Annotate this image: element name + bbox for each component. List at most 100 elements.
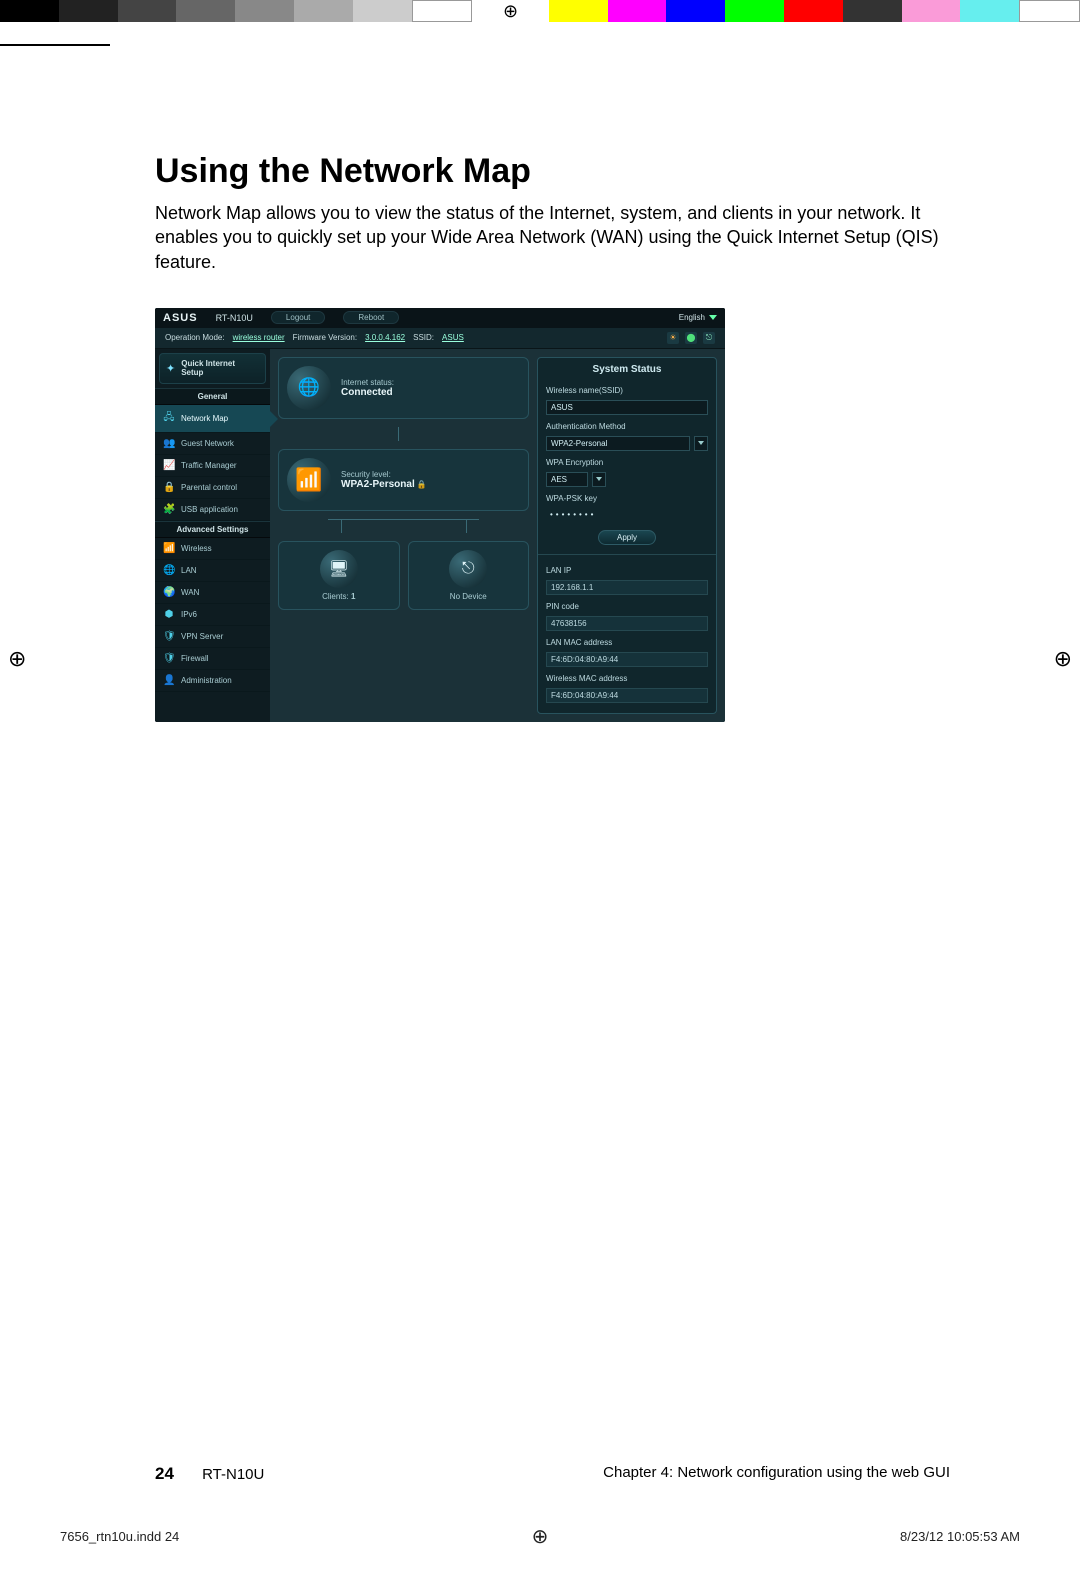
lanip-label: LAN IP <box>546 566 708 575</box>
sidebar-item-label: Administration <box>181 676 232 685</box>
lock-icon: 🔒 <box>163 482 175 493</box>
footer-model: RT-N10U <box>202 1466 264 1483</box>
internet-status-label: Internet status: <box>341 378 394 387</box>
router-model: RT-N10U <box>216 313 253 323</box>
vpn-icon: 🛡 <box>163 631 175 642</box>
psk-input[interactable] <box>546 508 708 521</box>
enc-dropdown-button[interactable] <box>592 472 606 487</box>
usb-card[interactable]: ⎋ No Device <box>408 541 530 610</box>
crop-rule <box>0 44 110 46</box>
sidebar-item-label: VPN Server <box>181 632 223 641</box>
fw-label: Firmware Version: <box>293 333 357 342</box>
logout-button[interactable]: Logout <box>271 311 325 324</box>
router-top-bar: ASUS RT-N10U Logout Reboot English <box>155 308 725 328</box>
sidebar-item-traffic-manager[interactable]: 📈Traffic Manager <box>155 455 270 477</box>
sidebar-item-label: Traffic Manager <box>181 461 237 470</box>
intro-paragraph: Network Map allows you to view the statu… <box>155 201 950 274</box>
op-mode-value[interactable]: wireless router <box>233 333 285 342</box>
globe-icon: 🌍 <box>163 587 175 598</box>
shield-icon: 🛡 <box>163 653 175 664</box>
network-map-icon: 🖧 <box>163 410 175 427</box>
wifi-icon: 📶 <box>163 543 175 554</box>
sidebar-item-network-map[interactable]: 🖧 Network Map <box>155 405 270 433</box>
status-icons: ☀ ⬤ ⎋ <box>667 332 715 344</box>
chevron-down-icon <box>698 441 704 445</box>
sidebar-item-label: WAN <box>181 588 199 597</box>
sidebar-item-label: USB application <box>181 505 238 514</box>
connector-line <box>278 427 529 441</box>
pin-label: PIN code <box>546 602 708 611</box>
magic-wand-icon: ✦ <box>166 362 175 375</box>
sidebar-item-firewall[interactable]: 🛡Firewall <box>155 648 270 670</box>
lanip-value: 192.168.1.1 <box>546 580 708 595</box>
lanmac-label: LAN MAC address <box>546 638 708 647</box>
language-selector[interactable]: English <box>679 313 717 322</box>
sidebar-item-label: Wireless <box>181 544 212 553</box>
chevron-down-icon <box>709 315 717 320</box>
footer-chapter: Chapter 4: Network configuration using t… <box>603 1464 950 1484</box>
lanmac-value: F4:6D:04:80:A9:44 <box>546 652 708 667</box>
indd-filename: 7656_rtn10u.indd 24 <box>60 1529 179 1544</box>
sidebar-item-label: Network Map <box>181 414 228 423</box>
sidebar-item-ipv6[interactable]: ⬢IPv6 <box>155 604 270 626</box>
registration-mark-left-icon: ⊕ <box>8 646 26 672</box>
qis-button[interactable]: ✦ Quick Internet Setup <box>159 353 266 385</box>
ssid-input[interactable] <box>546 400 708 415</box>
wmac-label: Wireless MAC address <box>546 674 708 683</box>
sidebar-item-parental-control[interactable]: 🔒 Parental control <box>155 477 270 499</box>
ssid-label: SSID: <box>413 333 434 342</box>
chevron-down-icon <box>596 477 602 481</box>
ssid-field-label: Wireless name(SSID) <box>546 386 708 395</box>
security-level-card[interactable]: 📶 Security level: WPA2-Personal🔒 <box>278 449 529 511</box>
sidebar-item-label: Guest Network <box>181 439 234 448</box>
clients-label: Clients: <box>322 592 349 601</box>
page-footer: 24 RT-N10U Chapter 4: Network configurat… <box>155 1464 950 1484</box>
lock-icon: 🔒 <box>417 480 427 489</box>
asus-logo: ASUS <box>163 312 198 324</box>
auth-dropdown-button[interactable] <box>694 436 708 451</box>
reboot-button[interactable]: Reboot <box>343 311 399 324</box>
enc-field-label: WPA Encryption <box>546 458 708 467</box>
print-footer: 7656_rtn10u.indd 24 ⊕ 8/23/12 10:05:53 A… <box>60 1529 1020 1544</box>
globe-icon: 🌐 <box>287 366 331 410</box>
sidebar-heading-advanced: Advanced Settings <box>155 521 270 538</box>
system-status-title: System Status <box>546 364 708 379</box>
auth-select[interactable] <box>546 436 690 451</box>
usb-status-icon: ⎋ <box>703 332 715 344</box>
enc-select[interactable] <box>546 472 588 487</box>
sidebar-item-usb-application[interactable]: 🧩 USB application <box>155 499 270 521</box>
apply-button[interactable]: Apply <box>598 530 656 545</box>
internet-status-card[interactable]: 🌐 Internet status: Connected <box>278 357 529 419</box>
sidebar-item-guest-network[interactable]: 👥Guest Network <box>155 433 270 455</box>
router-icon: 📶 <box>287 458 331 502</box>
sidebar-item-administration[interactable]: 👤 Administration <box>155 670 270 692</box>
auth-field-label: Authentication Method <box>546 422 708 431</box>
psk-field-label: WPA-PSK key <box>546 494 708 503</box>
router-info-bar: Operation Mode: wireless router Firmware… <box>155 328 725 349</box>
sidebar-item-wan[interactable]: 🌍 WAN <box>155 582 270 604</box>
usb-icon: ⎋ <box>449 550 487 588</box>
sidebar-item-label: Parental control <box>181 483 237 492</box>
security-level-value: WPA2-Personal🔒 <box>341 479 427 490</box>
separator <box>538 554 716 555</box>
wan-status-icon: ⬤ <box>685 332 697 344</box>
sidebar-heading-general: General <box>155 388 270 405</box>
page-heading: Using the Network Map <box>155 152 950 191</box>
sidebar-item-wireless[interactable]: 📶 Wireless <box>155 538 270 560</box>
clients-card[interactable]: 🖥 Clients: 1 <box>278 541 400 610</box>
op-mode-label: Operation Mode: <box>165 333 225 342</box>
language-label: English <box>679 313 705 322</box>
print-timestamp: 8/23/12 10:05:53 AM <box>900 1529 1020 1544</box>
status-cards-column: 🌐 Internet status: Connected 📶 Security … <box>278 357 529 714</box>
sidebar-item-vpn-server[interactable]: 🛡 VPN Server <box>155 626 270 648</box>
ssid-value[interactable]: ASUS <box>442 333 464 342</box>
usb-label: No Device <box>450 592 487 601</box>
pin-value: 47638156 <box>546 616 708 631</box>
wmac-value: F4:6D:04:80:A9:44 <box>546 688 708 703</box>
security-level-label: Security level: <box>341 470 427 479</box>
sidebar-item-lan[interactable]: 🌐LAN <box>155 560 270 582</box>
fw-value[interactable]: 3.0.0.4.162 <box>365 333 405 342</box>
admin-icon: 👤 <box>163 675 175 686</box>
clients-count: 1 <box>351 592 355 601</box>
puzzle-icon: 🧩 <box>163 504 175 515</box>
